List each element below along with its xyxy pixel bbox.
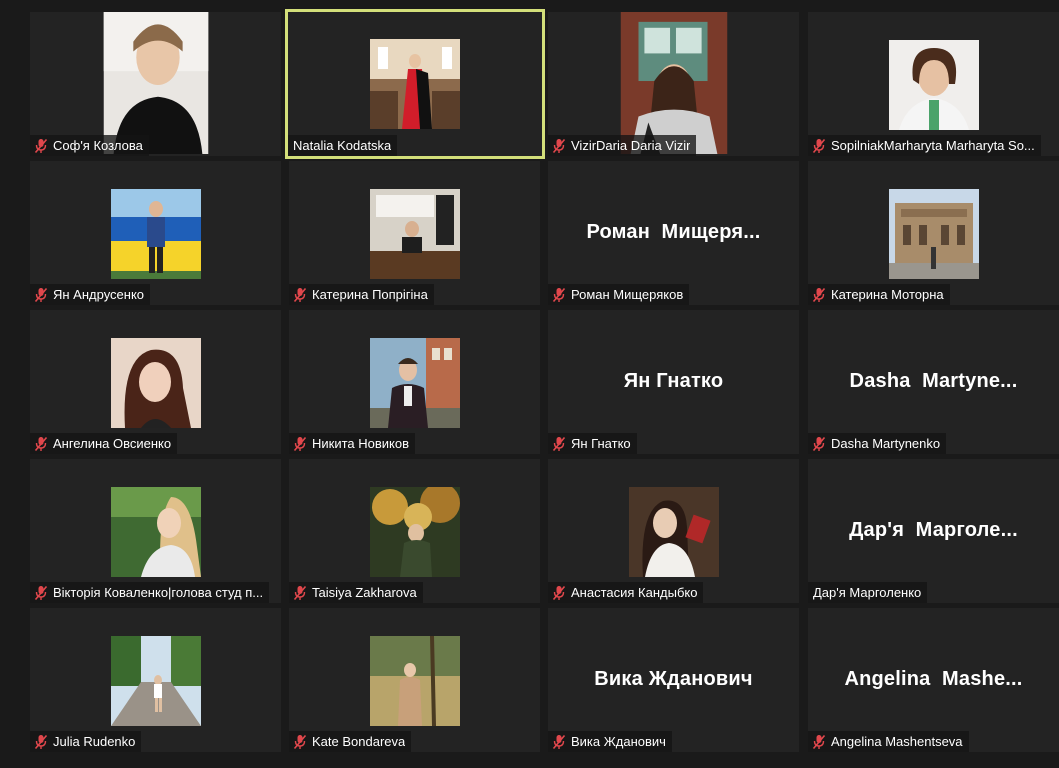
participant-nametag: Анастасия Кандыбко xyxy=(548,582,704,603)
participant-tile[interactable]: Kate Bondareva xyxy=(289,608,540,752)
participant-name: Ангелина Овсиенко xyxy=(53,436,172,451)
participant-nametag: Ян Гнатко xyxy=(548,433,637,454)
participant-tile[interactable]: Роман Мищеря... Роман Мищеряков xyxy=(548,161,799,305)
participant-video xyxy=(620,12,728,154)
participant-display-name: Вика Жданович xyxy=(594,668,753,690)
participant-video xyxy=(369,487,460,577)
participant-tile[interactable]: Angelina Mashe... Angelina Mashentseva xyxy=(808,608,1059,752)
mic-muted-icon xyxy=(293,287,307,302)
participant-tile[interactable]: SopilniakMarharyta Marharyta So... xyxy=(808,12,1059,156)
mic-muted-icon xyxy=(34,287,48,302)
participant-tile[interactable]: Дар'я Марголе... Дар'я Марголенко xyxy=(808,459,1059,603)
mic-muted-icon xyxy=(34,734,48,749)
mic-muted-icon xyxy=(34,436,48,451)
participant-tile-active[interactable]: Natalia Kodatska xyxy=(285,9,545,159)
participant-nametag: Вікторія Коваленко|голова студ п... xyxy=(30,582,270,603)
mic-muted-icon xyxy=(293,436,307,451)
mic-muted-icon xyxy=(34,138,48,153)
participant-tile[interactable]: Ангелина Овсиенко xyxy=(30,310,281,454)
participant-nametag: Катерина Моторна xyxy=(808,284,950,305)
participant-name: Анастасия Кандыбко xyxy=(571,585,698,600)
mic-muted-icon xyxy=(552,138,566,153)
participant-name: Никита Новиков xyxy=(312,436,410,451)
participant-video xyxy=(369,338,460,428)
participant-nametag: Ангелина Овсиенко xyxy=(30,433,178,454)
mic-muted-icon xyxy=(34,585,48,600)
participant-name: Роман Мищеряков xyxy=(571,287,684,302)
mic-muted-icon xyxy=(812,436,826,451)
participant-tile[interactable]: Катерина Моторна xyxy=(808,161,1059,305)
mic-muted-icon xyxy=(552,734,566,749)
mic-muted-icon xyxy=(293,734,307,749)
participant-nametag: Angelina Mashentseva xyxy=(808,731,969,752)
participant-video xyxy=(110,487,201,577)
mic-muted-icon xyxy=(552,287,566,302)
participant-display-name: Роман Мищеря... xyxy=(586,221,761,243)
participant-nametag: Вика Жданович xyxy=(548,731,672,752)
participant-nametag: VizirDaria Daria Vizir xyxy=(548,135,697,156)
participant-video xyxy=(103,12,209,154)
participant-name: Вика Жданович xyxy=(571,734,666,749)
mic-muted-icon xyxy=(812,734,826,749)
participant-name: SopilniakMarharyta Marharyta So... xyxy=(831,138,1035,153)
participant-video xyxy=(110,636,201,726)
participant-nametag: Julia Rudenko xyxy=(30,731,142,752)
participant-name: Angelina Mashentseva xyxy=(831,734,963,749)
participant-name: Ян Гнатко xyxy=(571,436,631,451)
participant-display-name: Dasha Martyne... xyxy=(849,370,1018,392)
participant-name: Катерина Попрігіна xyxy=(312,287,428,302)
participant-name: Соф'я Козлова xyxy=(53,138,143,153)
participant-nametag: Дар'я Марголенко xyxy=(808,582,928,603)
participant-nametag: Никита Новиков xyxy=(289,433,416,454)
participant-tile[interactable]: Соф'я Козлова xyxy=(30,12,281,156)
participant-tile[interactable]: Julia Rudenko xyxy=(30,608,281,752)
participant-display-name: Angelina Mashe... xyxy=(844,668,1023,690)
participant-video xyxy=(888,40,979,130)
participant-nametag: Ян Андрусенко xyxy=(30,284,151,305)
participant-video xyxy=(369,189,460,279)
participant-tile[interactable]: Катерина Попрігіна xyxy=(289,161,540,305)
participant-name: Julia Rudenko xyxy=(53,734,136,749)
participant-nametag: Kate Bondareva xyxy=(289,731,412,752)
participant-nametag: Dasha Martynenko xyxy=(808,433,947,454)
participant-tile[interactable]: Ян Гнатко Ян Гнатко xyxy=(548,310,799,454)
participant-video xyxy=(110,189,201,279)
participant-nametag: Natalia Kodatska xyxy=(288,135,398,156)
mic-muted-icon xyxy=(812,287,826,302)
participant-nametag: SopilniakMarharyta Marharyta So... xyxy=(808,135,1041,156)
participant-name: Дар'я Марголенко xyxy=(813,585,922,600)
participant-nametag: Соф'я Козлова xyxy=(30,135,149,156)
participant-video xyxy=(370,39,460,129)
participant-name: Taisiya Zakharova xyxy=(312,585,417,600)
participant-video xyxy=(888,189,979,279)
participant-name: Dasha Martynenko xyxy=(831,436,941,451)
participant-name: VizirDaria Daria Vizir xyxy=(571,138,691,153)
participant-tile[interactable]: Анастасия Кандыбко xyxy=(548,459,799,603)
participant-video xyxy=(628,487,719,577)
participant-name: Natalia Kodatska xyxy=(293,138,392,153)
mic-muted-icon xyxy=(552,585,566,600)
participant-name: Ян Андрусенко xyxy=(53,287,145,302)
participant-name: Kate Bondareva xyxy=(312,734,406,749)
participant-name: Вікторія Коваленко|голова студ п... xyxy=(53,585,264,600)
mic-muted-icon xyxy=(293,585,307,600)
participant-tile[interactable]: Ян Андрусенко xyxy=(30,161,281,305)
participant-video xyxy=(369,636,460,726)
participant-tile[interactable]: Taisiya Zakharova xyxy=(289,459,540,603)
participant-nametag: Катерина Попрігіна xyxy=(289,284,434,305)
mic-muted-icon xyxy=(552,436,566,451)
video-gallery: Соф'я Козлова Natalia Kodatska VizirDari… xyxy=(0,0,1059,768)
mic-muted-icon xyxy=(812,138,826,153)
participant-tile[interactable]: Вікторія Коваленко|голова студ п... xyxy=(30,459,281,603)
participant-tile[interactable]: Вика Жданович Вика Жданович xyxy=(548,608,799,752)
participant-nametag: Роман Мищеряков xyxy=(548,284,690,305)
participant-name: Катерина Моторна xyxy=(831,287,944,302)
participant-nametag: Taisiya Zakharova xyxy=(289,582,423,603)
participant-display-name: Дар'я Марголе... xyxy=(849,519,1018,541)
participant-tile[interactable]: Никита Новиков xyxy=(289,310,540,454)
participant-tile[interactable]: Dasha Martyne... Dasha Martynenko xyxy=(808,310,1059,454)
participant-display-name: Ян Гнатко xyxy=(623,370,724,392)
participant-tile[interactable]: VizirDaria Daria Vizir xyxy=(548,12,799,156)
participant-video xyxy=(110,338,201,428)
